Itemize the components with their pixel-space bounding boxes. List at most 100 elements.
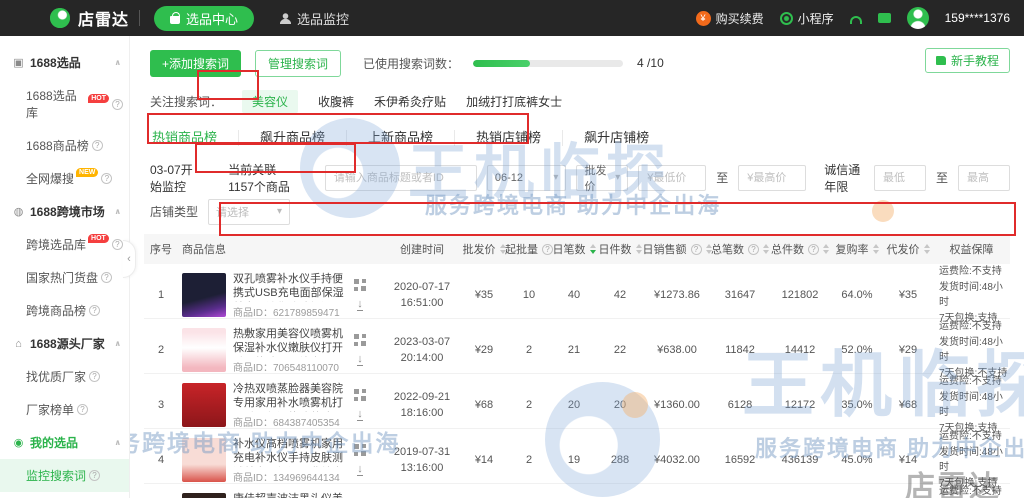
product-title[interactable]: 补水仪高档喷雾机家用充电补水仪手持皮肤测试美容仪加湿器非纳米 [233,437,345,467]
miniapp-button[interactable]: 小程序 [779,10,834,27]
col-label: 总笔数 [711,244,744,256]
rights-cell: 运费险:不支持发货时间:48小时7天包换:支持 [939,486,1002,497]
total-orders-cell: 31647 [724,289,756,301]
sidebar-item-monitor-keywords[interactable]: 监控搜索词 [0,459,129,492]
sidebar-section-1688-selection[interactable]: ▣ 1688选品 [0,46,129,79]
qrcode-icon[interactable] [354,444,366,456]
search-input[interactable] [324,164,477,191]
price-min-input[interactable] [638,164,707,191]
download-icon[interactable] [357,409,363,421]
products-table: 序号 商品信息 创建时间 批发价 起批量 日笔数 日件数 [144,234,1010,498]
product-cell: 双孔喷雾补水仪手持便携式USB充电面部保湿美容仪迷你冷喷加湿器 商品ID：621… [178,272,383,319]
rights-cell: 运费险:不支持 发货时间:48小时 7天包换:不支持 [939,321,1008,379]
price-cell: ¥14 [474,454,494,466]
product-cell: 康佳超声波洁黑头仪美容仪器家用脸部粉刺毛孔清洁护皮机器礼物品 商品ID：7523… [178,492,383,498]
product-title[interactable]: 冷热双喷蒸脸器美容院专用家用补水喷雾机打开毛孔保湿热喷蒸脸仪 [233,382,345,412]
phone-number: 159****1376 [944,11,1010,25]
price-max-input[interactable] [738,164,807,191]
day-items-cell: 20 [613,399,627,411]
nav-selection-monitor[interactable]: 选品监控 [280,9,349,28]
sidebar-item-1688-product-rank[interactable]: 1688商品榜 [0,129,129,162]
qrcode-icon[interactable] [354,334,366,346]
col-label: 批发价 [462,244,496,256]
sidebar-item-factory-rank[interactable]: 厂家榜单 [0,393,129,426]
tab-rising-products[interactable]: 飙升商品榜 [239,130,348,146]
tab-rising-shops[interactable]: 飙升店铺榜 [563,130,670,146]
product-image[interactable] [182,438,226,482]
nav-selection-center[interactable]: 选品中心 [154,5,255,31]
add-keyword-button[interactable]: +添加搜索词 [150,49,242,77]
col-moq: 起批量 [505,241,553,257]
row-index: 3 [157,399,165,411]
hot-badge: HOT [88,234,109,243]
product-image[interactable] [182,273,226,317]
sidebar-item-crossborder-pool[interactable]: 跨境选品库 HOT [0,228,129,261]
keyword-shoufuku[interactable]: 收腹裤 [318,93,354,110]
total-orders-cell: 11842 [725,344,755,356]
credit-max-input[interactable] [958,164,1010,191]
tab-hot-shops[interactable]: 热销店铺榜 [455,130,564,146]
table-row: 2 热敷家用美容仪喷雾机保湿补水仪嫩肤仪打开毛孔热喷仪器补水仪器 商品ID：70… [144,319,1010,379]
credit-min-input[interactable] [873,164,926,191]
table-row: 5 康佳超声波洁黑头仪美容仪器家用脸部粉刺毛孔清洁护皮机器礼物品 商品ID：75… [144,484,1010,498]
sidebar-section-my-selection[interactable]: ◉ 我的选品 [0,426,129,459]
col-repurchase[interactable]: 复购率 [831,241,883,257]
date-range-select[interactable]: 06-12 [486,164,567,191]
col-day-items[interactable]: 日件数 [597,241,643,257]
download-icon[interactable] [357,354,363,366]
help-icon [89,371,101,382]
day-orders-cell: 19 [567,454,581,466]
shop-type-label: 店铺类型 [150,205,199,219]
message-icon[interactable] [877,13,891,23]
price-metric-select[interactable]: 批发价 [576,164,629,193]
product-id: 684387405354 [273,417,340,429]
product-title[interactable]: 康佳超声波洁黑头仪美容仪器家用脸部粉刺毛孔清洁护皮机器礼物品 [233,492,345,498]
headset-icon[interactable] [849,16,862,24]
download-icon[interactable] [357,464,363,476]
product-image[interactable] [182,383,226,427]
help-icon[interactable] [690,243,702,255]
help-icon [112,98,123,110]
sidebar-item-favorites[interactable]: 我的收藏 [0,492,129,498]
col-price[interactable]: 批发价 [461,241,507,257]
sort-icon [823,244,829,254]
manage-keyword-button[interactable]: 管理搜索词 [255,49,342,77]
sidebar-section-factory[interactable]: ⌂ 1688源头厂家 [0,327,129,360]
sidebar: ▣ 1688选品 1688选品库 HOT 1688商品榜 全网爆搜 NEW ◍ … [0,36,130,498]
keyword-meirongyi[interactable]: 美容仪 [242,89,299,113]
col-total-orders[interactable]: 总笔数 [711,241,769,257]
avatar[interactable] [906,7,929,29]
product-image[interactable] [182,328,226,372]
sidebar-item-hot-search[interactable]: 全网爆搜 NEW [0,162,129,195]
keyword-jiuliaotie[interactable]: 禾伊希灸疗贴 [374,93,446,110]
filter-row: 03-07开始监控 当前关联1157个商品 06-12 批发价 至 诚信通年限 … [150,163,1010,194]
sidebar-section-crossborder[interactable]: ◍ 1688跨境市场 [0,195,129,228]
sidebar-item-find-factory[interactable]: 找优质厂家 [0,360,129,393]
col-day-orders[interactable]: 日笔数 [551,241,597,257]
qrcode-icon[interactable] [354,279,366,291]
help-icon [89,305,101,316]
product-title[interactable]: 双孔喷雾补水仪手持便携式USB充电面部保湿美容仪迷你冷喷加湿器 [233,272,345,302]
sidebar-item-country-goods[interactable]: 国家热门货盘 [0,261,129,294]
col-day-sales[interactable]: 日销售额 [643,241,712,257]
renew-button[interactable]: 购买续费 [695,10,764,27]
col-dropship[interactable]: 代发价 [883,241,933,257]
sidebar-item-crossborder-rank[interactable]: 跨境商品榜 [0,294,129,327]
qrcode-icon[interactable] [354,389,366,401]
product-title[interactable]: 热敷家用美容仪喷雾机保湿补水仪嫩肤仪打开毛孔热喷仪器补水仪器 [233,327,345,357]
keyword-dadiku[interactable]: 加绒打打底裤女士 [466,93,562,110]
day-items-cell: 288 [610,454,630,466]
day-sales-cell: ¥1360.00 [654,399,700,411]
help-icon[interactable] [808,243,819,255]
item-label: 1688商品榜 [26,139,89,153]
help-icon[interactable] [748,243,759,255]
tab-new-products[interactable]: 上新商品榜 [347,130,456,146]
tutorial-button[interactable]: 新手教程 [924,48,1010,73]
repurchase-cell: 35.0% [841,399,873,411]
shop-type-select[interactable]: 请选择 [208,198,291,225]
product-image[interactable] [182,493,226,498]
tab-hot-products[interactable]: 热销商品榜 [150,130,240,146]
download-icon[interactable] [357,299,363,311]
sidebar-item-1688-pool[interactable]: 1688选品库 HOT [0,79,129,129]
col-total-items[interactable]: 总件数 [769,241,831,257]
